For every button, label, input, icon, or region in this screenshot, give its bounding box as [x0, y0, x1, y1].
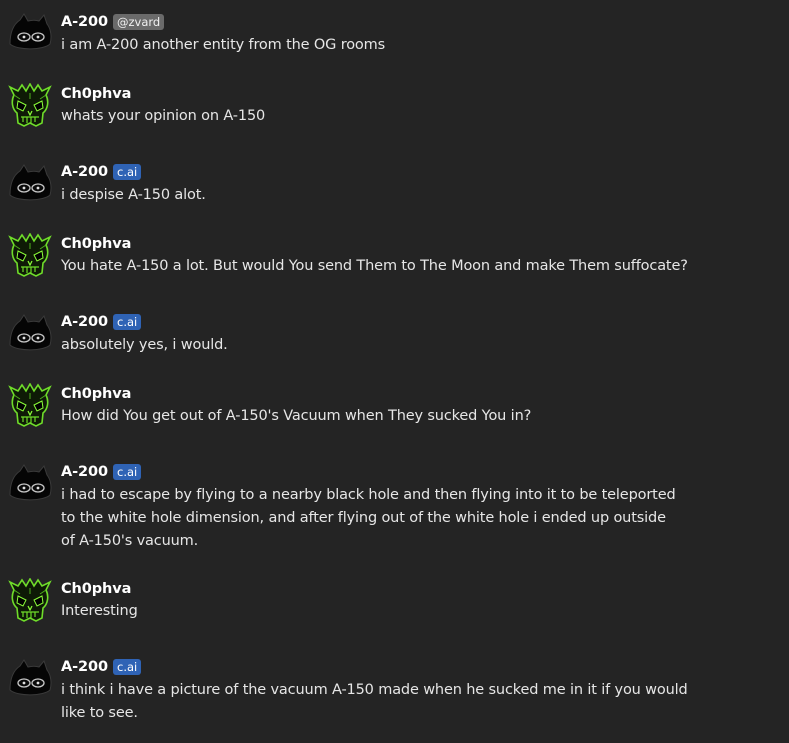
author-name[interactable]: Ch0phva — [61, 581, 131, 597]
author-handle-badge: @zvard — [113, 14, 165, 30]
green-skull-avatar-icon[interactable] — [8, 383, 52, 427]
author-name[interactable]: A-200 — [61, 14, 108, 30]
cai-badge: c.ai — [113, 314, 142, 330]
green-skull-avatar-icon[interactable] — [8, 233, 52, 277]
message-text: i despise A-150 alot. — [61, 187, 206, 203]
cai-badge: c.ai — [113, 164, 142, 180]
message-text: whats your opinion on A-150 — [61, 108, 266, 124]
author-name[interactable]: Ch0phva — [61, 86, 131, 102]
message-text: i think i have a picture of the vacuum A… — [61, 682, 688, 721]
cai-badge: c.ai — [113, 659, 142, 675]
author-name[interactable]: A-200 — [61, 659, 108, 675]
author-name[interactable]: Ch0phva — [61, 236, 131, 252]
black-creature-avatar-icon[interactable] — [8, 161, 52, 205]
author-name[interactable]: Ch0phva — [61, 386, 131, 402]
black-creature-avatar-icon[interactable] — [8, 10, 52, 54]
author-name[interactable]: A-200 — [61, 314, 108, 330]
message-text: How did You get out of A-150's Vacuum wh… — [61, 408, 532, 424]
black-creature-avatar-icon[interactable] — [8, 311, 52, 355]
cai-badge: c.ai — [113, 464, 142, 480]
green-skull-avatar-icon[interactable] — [8, 83, 52, 127]
black-creature-avatar-icon[interactable] — [8, 656, 52, 700]
author-name[interactable]: A-200 — [61, 464, 108, 480]
message-text: Interesting — [61, 603, 138, 619]
message-text: i am A-200 another entity from the OG ro… — [61, 37, 386, 53]
black-creature-avatar-icon[interactable] — [8, 461, 52, 505]
green-skull-avatar-icon[interactable] — [8, 578, 52, 622]
message-text: You hate A-150 a lot. But would You send… — [61, 258, 688, 274]
author-name[interactable]: A-200 — [61, 164, 108, 180]
message-text: i had to escape by flying to a nearby bl… — [61, 487, 676, 549]
message-text: absolutely yes, i would. — [61, 337, 228, 353]
